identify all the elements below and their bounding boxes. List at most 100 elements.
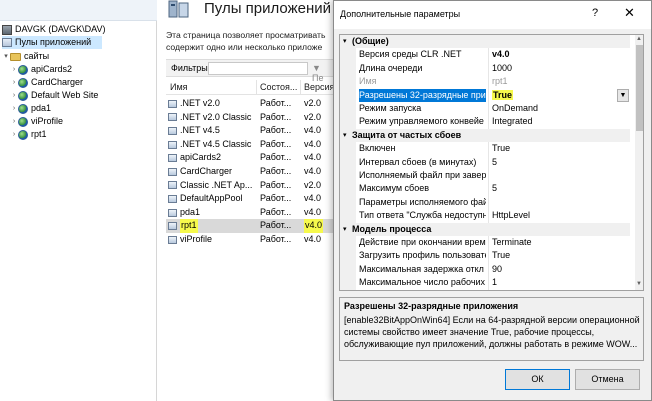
app-pool-icon <box>168 126 177 135</box>
filter-input[interactable] <box>208 62 308 75</box>
app-pool-icon <box>168 235 177 244</box>
column-header-name[interactable]: Имя <box>170 82 188 92</box>
tree-site-item[interactable]: › Default Web Site <box>10 89 98 102</box>
app-pools-icon <box>2 38 12 47</box>
chevron-down-icon[interactable]: ▼ <box>617 88 629 102</box>
property-row[interactable]: Действие при окончании врем Terminate <box>340 236 630 250</box>
table-row[interactable]: .NET v2.0 Classic Работ... v2.0 <box>166 111 334 125</box>
tree-site-item[interactable]: › rpt1 <box>10 128 47 141</box>
expand-icon[interactable]: › <box>10 131 18 139</box>
property-row[interactable]: Включен True <box>340 142 630 156</box>
property-row[interactable]: Длина очереди 1000 <box>340 61 630 76</box>
tree-node-server[interactable]: DAVGK (DAVGK\DAV) <box>2 23 106 36</box>
property-grid-scrollbar[interactable]: ▲ ▼ <box>635 35 643 290</box>
app-pool-icon <box>168 194 177 203</box>
expand-icon[interactable]: › <box>10 66 18 74</box>
folder-icon <box>10 52 21 61</box>
property-row[interactable]: Имя rpt1 <box>340 75 630 89</box>
globe-icon <box>18 77 28 88</box>
tree-node-sites[interactable]: ▾ сайты <box>2 50 49 63</box>
pools-table-header: Имя Состоя... Версия <box>166 80 334 95</box>
tree-site-item[interactable]: › viProfile <box>10 115 63 128</box>
property-description: Разрешены 32-разрядные приложения [enabl… <box>339 297 644 361</box>
collapse-icon[interactable]: ▾ <box>343 223 347 236</box>
description-text: [enable32BitAppOnWin64] Если на 64-разря… <box>344 315 640 349</box>
filter-bar: Фильтры: ▼ Пе <box>166 59 334 83</box>
table-row[interactable]: .NET v2.0 Работ... v2.0 <box>166 97 334 111</box>
column-divider[interactable] <box>256 80 257 95</box>
app-pools-large-icon <box>168 0 189 18</box>
app-pool-icon <box>168 113 177 122</box>
help-button[interactable]: ? <box>592 7 598 19</box>
table-row[interactable]: DefaultAppPool Работ... v4.0 <box>166 192 334 206</box>
table-row[interactable]: viProfile Работ... v4.0 <box>166 233 334 247</box>
tree-site-item[interactable]: › apiCards2 <box>10 63 72 76</box>
category-process-model[interactable]: ▾ Модель процесса <box>340 222 630 236</box>
expand-icon[interactable]: › <box>10 105 18 113</box>
property-row[interactable]: Максимальная задержка откл 90 <box>340 262 630 277</box>
ok-button[interactable]: ОК <box>505 369 570 390</box>
table-row-selected[interactable]: rpt1 Работ... v4.0 <box>166 219 334 233</box>
close-button[interactable]: ✕ <box>624 5 635 21</box>
tree-site-item[interactable]: › pda1 <box>10 102 51 115</box>
table-row[interactable]: CardCharger Работ... v4.0 <box>166 165 334 179</box>
property-row[interactable]: Версия среды CLR .NET v4.0 <box>340 48 630 62</box>
scroll-up-icon[interactable]: ▲ <box>636 36 642 42</box>
scroll-down-icon[interactable]: ▼ <box>636 281 642 287</box>
expand-icon[interactable]: › <box>10 79 18 87</box>
category-general[interactable]: ▾ (Общие) <box>340 35 630 49</box>
funnel-icon: ▼ <box>312 63 321 73</box>
property-row[interactable]: Режим запуска OnDemand <box>340 102 630 116</box>
tree-node-app-pools[interactable]: Пулы приложений <box>2 36 102 49</box>
app-pool-icon <box>168 154 177 163</box>
column-divider[interactable] <box>300 80 301 95</box>
tree-site-item[interactable]: › CardCharger <box>10 76 83 89</box>
cancel-button[interactable]: Отмена <box>575 369 640 390</box>
property-row[interactable]: Исполняемый файл при завер <box>340 169 630 183</box>
property-row[interactable]: Режим управляемого конвейе Integrated <box>340 115 630 129</box>
table-row[interactable]: .NET v4.5 Classic Работ... v4.0 <box>166 138 334 152</box>
property-row[interactable]: Максимум сбоев 5 <box>340 182 630 196</box>
property-value-select[interactable]: True <box>492 89 514 100</box>
property-row-selected[interactable]: Разрешены 32-разрядные при True ▼ <box>340 88 630 102</box>
connections-tree: DAVGK (DAVGK\DAV) Пулы приложений ▾ сайт… <box>0 0 157 401</box>
collapse-icon[interactable]: ▾ <box>343 35 347 48</box>
app-pool-icon <box>168 167 177 176</box>
tree-header <box>0 0 157 21</box>
collapse-icon[interactable]: ▾ <box>2 53 10 61</box>
property-row[interactable]: Интервал сбоев (в минутах) 5 <box>340 155 630 169</box>
collapse-icon[interactable]: ▾ <box>343 129 347 142</box>
globe-icon <box>18 103 28 114</box>
property-row[interactable]: Тип ответа "Служба недоступн HttpLevel <box>340 209 630 223</box>
page-title: Пулы приложений <box>204 0 332 17</box>
property-grid: ▾ (Общие) Версия среды CLR .NET v4.0 Дли… <box>339 34 644 291</box>
globe-icon <box>18 129 28 140</box>
table-row[interactable]: Classic .NET Ap... Работ... v2.0 <box>166 179 334 193</box>
expand-icon[interactable]: › <box>10 118 18 126</box>
app-pools-panel: Пулы приложений Эта страница позволяет п… <box>158 0 334 401</box>
property-row[interactable]: Параметры исполняемого фай <box>340 195 630 210</box>
app-pool-icon <box>168 222 177 231</box>
expand-icon[interactable]: › <box>10 92 18 100</box>
table-row[interactable]: apiCards2 Работ... v4.0 <box>166 151 334 165</box>
app-pool-icon <box>168 140 177 149</box>
category-rapid-fail[interactable]: ▾ Защита от частых сбоев <box>340 128 630 143</box>
app-pool-icon <box>168 208 177 217</box>
advanced-settings-dialog: Дополнительные параметры ? ✕ ▾ (Общие) В… <box>333 0 652 401</box>
globe-icon <box>18 116 28 127</box>
dialog-titlebar[interactable]: Дополнительные параметры ? ✕ <box>334 1 651 29</box>
table-row[interactable]: .NET v4.5 Работ... v4.0 <box>166 124 334 138</box>
server-icon <box>2 24 12 35</box>
column-header-state[interactable]: Состоя... <box>260 82 297 92</box>
globe-icon <box>18 64 28 75</box>
scrollbar-thumb[interactable] <box>636 45 643 131</box>
globe-icon <box>18 90 28 101</box>
column-header-version[interactable]: Версия <box>304 82 334 92</box>
description-title: Разрешены 32-разрядные приложения <box>344 301 519 311</box>
table-row[interactable]: pda1 Работ... v4.0 <box>166 206 334 220</box>
property-row[interactable]: Загрузить профиль пользовате True <box>340 249 630 263</box>
property-row[interactable]: Максимальное число рабочих 1 <box>340 276 630 290</box>
filter-label: Фильтры: <box>171 63 211 73</box>
app-pool-icon <box>168 99 177 108</box>
app-pool-icon <box>168 181 177 190</box>
